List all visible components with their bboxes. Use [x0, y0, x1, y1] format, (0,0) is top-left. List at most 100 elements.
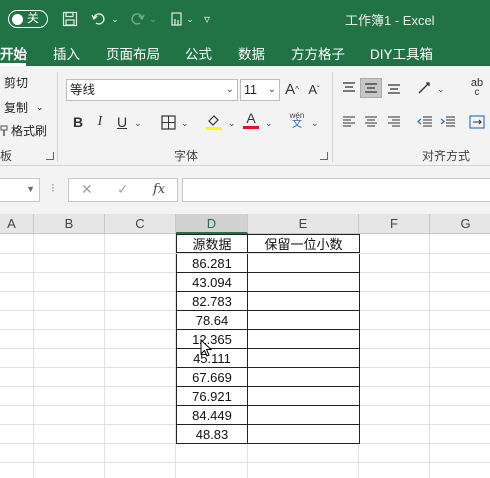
column-header-g[interactable]: G [430, 214, 490, 234]
chevron-down-icon: ⌄ [225, 84, 234, 95]
tab-formulas[interactable]: 公式 [185, 43, 212, 63]
header-cell-source[interactable]: 源数据 [176, 234, 248, 253]
value-cell[interactable]: 43.094 [176, 273, 248, 292]
borders-dropdown-icon[interactable]: ⌄ [181, 118, 189, 129]
decrease-font-letter: A [308, 81, 317, 97]
align-top-button[interactable] [338, 78, 360, 98]
result-cell[interactable] [248, 254, 360, 273]
format-painter-button[interactable]: 格式刷 [0, 122, 47, 139]
name-box-dropdown-icon[interactable]: ▼ [26, 184, 35, 194]
align-center-button[interactable] [360, 112, 382, 132]
column-header-e[interactable]: E [248, 214, 359, 234]
column-header-a[interactable]: A [0, 214, 34, 234]
phonetic-button[interactable]: wén 文 [286, 110, 308, 130]
tab-fangfanggezi[interactable]: 方方格子 [291, 43, 345, 63]
column-header-c[interactable]: C [105, 214, 176, 234]
result-cell[interactable] [248, 406, 360, 425]
name-box[interactable]: ▼ [0, 178, 40, 202]
group-divider [332, 72, 333, 162]
bold-button[interactable]: B [67, 112, 89, 132]
cancel-formula-icon[interactable]: ✕ [81, 181, 93, 198]
clipboard-launcher-icon[interactable] [46, 152, 54, 160]
column-header-b[interactable]: B [34, 214, 105, 234]
customize-toolbar-icon[interactable]: ▿ [200, 9, 214, 29]
align-middle-button[interactable] [360, 78, 382, 98]
fill-color-button[interactable] [203, 111, 225, 131]
result-cell[interactable] [248, 292, 360, 311]
underline-dropdown-icon[interactable]: ⌄ [134, 118, 142, 129]
font-color-dropdown-icon[interactable]: ⌄ [265, 118, 273, 129]
increase-font-button[interactable]: A ^ [281, 79, 303, 99]
decrease-indent-button[interactable] [414, 112, 436, 132]
tab-page-layout[interactable]: 页面布局 [106, 43, 160, 63]
result-cell[interactable] [248, 425, 360, 444]
undo-icon[interactable] [90, 9, 108, 29]
tab-diy-toolbox[interactable]: DIY工具箱 [370, 43, 433, 63]
worksheet-grid[interactable]: A B C D E F G 源数据 保留一位小数 86.281 43.094 8… [0, 214, 490, 478]
value-cell[interactable]: 86.281 [176, 254, 248, 273]
font-launcher-icon[interactable] [320, 152, 328, 160]
wrap-text-button[interactable]: ab c [466, 78, 488, 98]
italic-button[interactable]: I [89, 112, 111, 132]
result-cell[interactable] [248, 368, 360, 387]
fill-bucket-icon [206, 115, 222, 130]
orientation-dropdown-icon[interactable]: ⌄ [437, 84, 445, 95]
font-size-select[interactable]: 11 ⌄ [240, 79, 280, 101]
align-bottom-button[interactable] [383, 78, 405, 98]
touch-mode-icon[interactable] [168, 9, 186, 29]
value-cell[interactable]: 84.449 [176, 406, 248, 425]
fill-color-dropdown-icon[interactable]: ⌄ [228, 118, 236, 129]
formula-bar-splitter[interactable]: ⁝ [51, 181, 55, 195]
tab-home[interactable]: 开始 [0, 43, 27, 63]
value-cell[interactable]: 67.669 [176, 368, 248, 387]
redo-dropdown-icon[interactable]: ⌄ [148, 9, 158, 29]
column-header-d[interactable]: D [176, 214, 248, 234]
autosave-toggle[interactable]: 关 [8, 10, 48, 28]
align-right-button[interactable] [383, 112, 405, 132]
insert-function-icon[interactable]: fx [153, 182, 165, 197]
formula-input[interactable] [182, 178, 490, 202]
phonetic-dropdown-icon[interactable]: ⌄ [311, 118, 319, 129]
undo-dropdown-icon[interactable]: ⌄ [110, 9, 120, 29]
font-color-button[interactable]: A [240, 110, 262, 130]
save-icon[interactable] [60, 9, 80, 29]
title-bar: 关 ⌄ ⌄ ⌄ ▿ 工作簿1 - Excel [0, 0, 490, 38]
result-cell[interactable] [248, 330, 360, 349]
redo-icon[interactable] [128, 9, 146, 29]
wrap-text-sub: c [474, 87, 480, 98]
value-cell[interactable]: 78.64 [176, 311, 248, 330]
font-name-select[interactable]: 等线 ⌄ [66, 79, 238, 101]
borders-button[interactable] [157, 112, 179, 132]
tab-insert[interactable]: 插入 [53, 43, 80, 63]
formula-buttons: ✕ ✓ fx [68, 178, 178, 202]
font-color-bar [243, 126, 259, 129]
header-cell-rounded[interactable]: 保留一位小数 [248, 234, 360, 253]
orientation-button[interactable] [414, 78, 436, 98]
phonetic-bottom: 文 [292, 119, 302, 130]
align-middle-icon [365, 83, 377, 93]
tab-data[interactable]: 数据 [238, 43, 265, 63]
result-cell[interactable] [248, 273, 360, 292]
value-cell[interactable]: 48.83 [176, 425, 248, 444]
format-painter-label: 格式刷 [11, 124, 48, 138]
underline-button[interactable]: U [111, 112, 133, 132]
result-cell[interactable] [248, 311, 360, 330]
result-cell[interactable] [248, 387, 360, 406]
cut-button[interactable]: 剪切 [4, 74, 28, 91]
decrease-font-button[interactable]: Aˇ [303, 79, 325, 99]
touch-dropdown-icon[interactable]: ⌄ [186, 9, 194, 29]
enter-formula-icon[interactable]: ✓ [117, 181, 129, 198]
align-left-button[interactable] [338, 112, 360, 132]
value-cell[interactable]: 76.921 [176, 387, 248, 406]
value-cell[interactable]: 82.783 [176, 292, 248, 311]
column-header-f[interactable]: F [359, 214, 430, 234]
italic-letter: I [97, 114, 103, 129]
copy-button[interactable]: 复制 ⌄ [4, 99, 44, 116]
toggle-knob [12, 13, 23, 25]
copy-dropdown-icon[interactable]: ⌄ [36, 102, 44, 113]
merge-center-button[interactable] [466, 112, 488, 132]
result-cell[interactable] [248, 349, 360, 368]
chevron-down-icon: ⌄ [267, 84, 276, 95]
increase-indent-button[interactable] [437, 112, 459, 132]
merge-cells-icon [469, 115, 485, 129]
